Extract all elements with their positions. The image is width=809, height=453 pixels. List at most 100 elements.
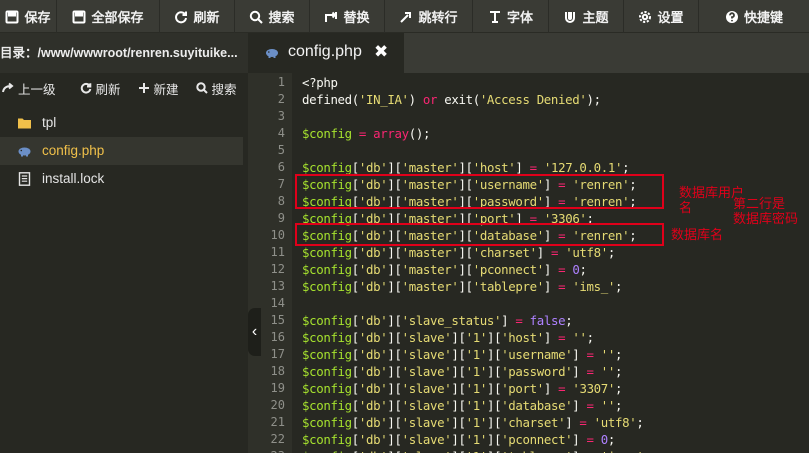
code-token: '1' [465,398,488,413]
code-token: 'slave' [401,330,452,345]
code-token: ; [636,415,644,430]
line-number-gutter: 1234567891011121314151617181920212223 [248,73,292,453]
refresh-button[interactable]: 刷新 [160,0,235,33]
code-token: $config [302,245,352,260]
code-token: ; [614,279,623,294]
theme-button[interactable]: 主题 [549,0,624,33]
code-token: = [358,126,367,141]
refresh-label: 刷新 [193,10,220,25]
code-token: 'db' [358,279,388,294]
close-icon[interactable]: ✖ [374,42,388,62]
code-token: $config [302,449,352,453]
code-token: 'Access Denied' [479,92,587,107]
line-number: 19 [270,381,285,395]
search-button[interactable]: 搜索 [235,0,310,33]
code-token: 'db' [358,245,388,260]
code-editor[interactable]: 1234567891011121314151617181920212223 <?… [248,73,809,453]
code-line: $config['db']['slave']['1']['tablepre'] … [302,448,651,453]
code-token: = [550,245,559,260]
toolbar: 保存 全部保存 刷新 搜索 替换 跳转行 字体 主题 设置 快捷键 [0,0,809,33]
line-number: 2 [277,92,285,106]
line-number: 13 [270,279,285,293]
code-token: $config [302,330,352,345]
code-token: ][ [387,381,402,396]
collapse-sidebar-icon[interactable]: ‹ [248,308,261,356]
shortcuts-button[interactable]: 快捷键 [699,0,809,33]
code-token: 'tablepre' [472,279,544,294]
code-token: ] [536,245,551,260]
code-token: ][ [451,330,466,345]
new-file-button[interactable]: 新建 [138,79,179,98]
font-button[interactable]: 字体 [473,0,549,33]
sidebar-refresh-button[interactable]: 刷新 [80,79,121,98]
save-all-button[interactable]: 全部保存 [57,0,160,33]
tree-item-tpl[interactable]: tpl [0,109,248,137]
code-token: $config [302,398,352,413]
code-token: $config [302,364,352,379]
code-token: ] [501,313,516,328]
share-icon [2,82,14,93]
code-token: = [586,347,594,362]
tree-item-install-lock[interactable]: install.lock [0,165,248,193]
code-token: ][ [387,398,402,413]
code-line: $config['db']['slave']['1']['host'] = ''… [302,329,594,346]
code-line: $config['db']['master']['pconnect'] = 0; [302,261,587,278]
replace-button[interactable]: 替换 [310,0,385,33]
tree-item-config-php[interactable]: config.php [0,137,243,165]
code-token: $config [302,160,352,175]
code-token: ; [615,347,623,362]
file-actions-bar: 上一级 刷新 新建 搜索 [0,73,248,103]
code-token: 'db' [358,381,388,396]
code-token: 'slave' [401,398,452,413]
tree-item-label: install.lock [42,171,105,186]
code-line: <?php [302,74,338,91]
code-token: 'db' [358,415,388,430]
jump-line-button[interactable]: 跳转行 [385,0,473,33]
replace-label: 替换 [343,10,370,25]
code-token: ][ [486,432,502,447]
line-number: 10 [270,228,285,242]
line-number: 4 [277,126,285,140]
code-token: 'tablepre' [501,449,572,453]
code-token: $config [302,279,352,294]
code-token: ][ [387,313,402,328]
code-token: ][ [451,347,466,362]
code-token: 0 [600,432,608,447]
shortcuts-label: 快捷键 [743,10,783,25]
theme-icon [565,11,576,23]
tree-item-label: tpl [42,115,57,130]
line-number: 6 [277,160,285,174]
code-token: = [579,415,587,430]
code-token: ; [565,313,573,328]
code-line: $config['db']['master']['tablepre'] = 'i… [302,278,622,295]
code-token: ][ [387,449,402,453]
code-token: exit( [437,92,480,107]
tab-config-php[interactable]: config.php ✖ [248,33,404,73]
line-number: 7 [277,177,285,191]
code-token: array [373,126,409,141]
new-file-label: 新建 [153,82,179,97]
code-token: ] [543,330,559,345]
sidebar-search-button[interactable]: 搜索 [195,79,237,98]
code-token: = [586,432,594,447]
save-button[interactable]: 保存 [0,0,57,33]
code-token: 'host' [501,330,544,345]
file-icon [18,172,31,186]
code-token: '1' [465,347,488,362]
tab-bar: config.php ✖ [248,33,809,73]
line-number: 5 [277,143,285,157]
code-line: $config['db']['slave']['1']['username'] … [302,346,622,363]
code-token: ][ [486,330,502,345]
search-icon [250,10,264,24]
save-all-label: 全部保存 [91,10,144,25]
settings-button[interactable]: 设置 [624,0,699,33]
up-level-button[interactable]: 上一级 [2,79,56,98]
code-token: ); [586,92,601,107]
sidebar-search-label: 搜索 [211,82,237,97]
code-token: ][ [387,364,402,379]
annotation-text: 第二行是 [733,197,786,212]
font-label: 字体 [506,10,533,25]
code-token: [ [351,398,359,413]
code-token: defined( [302,92,359,107]
